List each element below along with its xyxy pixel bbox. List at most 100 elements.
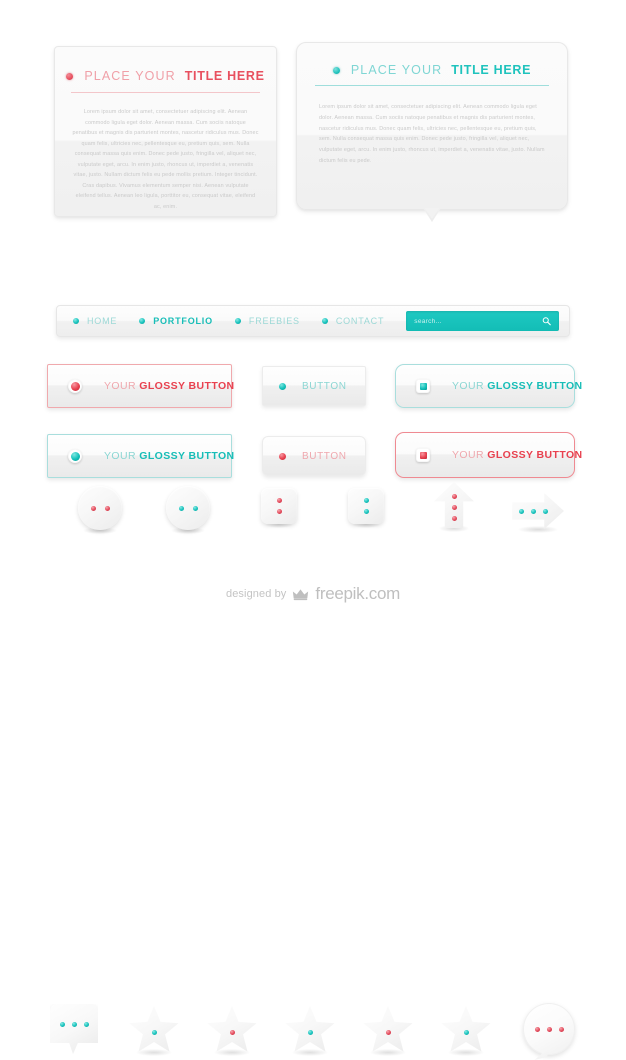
indicator-square-icon: [416, 379, 430, 393]
panels-section: PLACE YOUR TITLE HERE Lorem ipsum dolor …: [0, 0, 626, 235]
button-label-bold: GLOSSY BUTTON: [139, 380, 235, 392]
star-2[interactable]: [207, 1006, 257, 1056]
btn-glossy-teal-square[interactable]: YOUR GLOSSY BUTTON: [47, 434, 234, 478]
panel-red-header: PLACE YOUR TITLE HERE: [55, 47, 276, 83]
panel-red-title-light: PLACE YOUR: [84, 69, 176, 83]
panel-teal-title-bold: TITLE HERE: [451, 63, 532, 77]
star-5[interactable]: [441, 1006, 491, 1056]
navigation-bar: HOME PORTFOLIO FREEBIES CONTACT: [56, 305, 570, 337]
star-3[interactable]: [285, 1006, 335, 1056]
panel-teal-title-light: PLACE YOUR: [350, 63, 443, 77]
dot-icon: [90, 505, 96, 511]
dot-icon: [451, 515, 457, 521]
drop-shadow: [214, 1049, 250, 1056]
dot-icon: [385, 1029, 391, 1035]
nav-item-home[interactable]: HOME: [73, 316, 117, 326]
dot-icon: [151, 1029, 157, 1035]
panel-red-body-text: Lorem ipsum dolor sit amet, consectetuer…: [72, 109, 259, 210]
button-label-light: YOUR: [104, 450, 136, 462]
drop-shadow: [136, 1049, 172, 1056]
panel-teal-header: PLACE YOUR TITLE HERE: [297, 43, 567, 77]
dot-group: [151, 1029, 157, 1035]
dot-icon: [558, 1026, 564, 1032]
star-1[interactable]: [129, 1006, 179, 1056]
button-label-light: YOUR: [452, 380, 484, 392]
drop-shadow: [448, 1049, 484, 1056]
button-label-bold: GLOSSY BUTTON: [487, 380, 583, 392]
magnifier-icon[interactable]: [542, 317, 551, 326]
dot-group: [463, 1029, 469, 1035]
button-label: BUTTON: [302, 380, 347, 392]
speech-bubble-tail-icon: [423, 208, 441, 222]
dot-icon: [104, 505, 110, 511]
dot-group: [229, 1029, 235, 1035]
bullet-dot-icon: [73, 318, 79, 324]
dot-group: [307, 1029, 313, 1035]
dot-group: [518, 508, 548, 514]
dot-icon: [71, 1022, 77, 1027]
btn-plain-teal-square[interactable]: BUTTON: [262, 366, 366, 406]
dot-group: [451, 493, 457, 521]
square-speech-bubble[interactable]: [50, 1004, 98, 1054]
nav-label: CONTACT: [335, 316, 385, 326]
indicator-dot-icon: [279, 382, 286, 390]
button-label-light: YOUR: [104, 380, 136, 392]
drop-shadow: [370, 1049, 406, 1056]
search-input[interactable]: [414, 317, 551, 325]
dot-icon: [276, 498, 282, 503]
btn-glossy-red-rounded[interactable]: YOUR GLOSSY BUTTON: [395, 432, 582, 478]
dot-icon: [178, 505, 184, 511]
dot-icon: [59, 1022, 65, 1027]
shapes-section: [0, 238, 626, 534]
nav-item-contact[interactable]: CONTACT: [321, 316, 385, 326]
indicator-dot-icon: [68, 449, 82, 463]
round-speech-bubble[interactable]: [523, 1003, 575, 1060]
dot-icon: [546, 1026, 552, 1032]
bullet-dot-icon: [139, 318, 146, 324]
btn-glossy-teal-rounded[interactable]: YOUR GLOSSY BUTTON: [395, 364, 582, 408]
panel-teal-body-text: Lorem ipsum dolor sit amet, consectetuer…: [319, 104, 545, 165]
button-label-bold: GLOSSY BUTTON: [487, 449, 583, 461]
button-label: YOUR GLOSSY BUTTON: [452, 380, 583, 392]
content-panel-red: PLACE YOUR TITLE HERE Lorem ipsum dolor …: [54, 46, 277, 217]
indicator-dot-icon: [279, 452, 286, 460]
speech-bubble-square-icon: [50, 1004, 98, 1054]
dot-group: [534, 1026, 564, 1032]
search-box[interactable]: [406, 311, 559, 331]
indicator-square-icon: [416, 448, 430, 462]
nav-label: PORTFOLIO: [153, 316, 213, 326]
bullet-dot-icon: [66, 72, 74, 80]
dot-icon: [363, 498, 369, 503]
dot-icon: [518, 508, 524, 514]
bullet-dot-icon: [321, 318, 328, 324]
btn-plain-red-rounded[interactable]: BUTTON: [262, 436, 366, 476]
button-label: BUTTON: [302, 450, 347, 462]
dot-icon: [229, 1029, 235, 1035]
dot-group: [363, 498, 369, 514]
dot-icon: [451, 493, 457, 499]
btn-glossy-red-square[interactable]: YOUR GLOSSY BUTTON: [47, 364, 235, 408]
bullet-dot-icon: [234, 318, 241, 324]
crown-icon: [292, 588, 309, 601]
nav-label: FREEBIES: [248, 316, 300, 326]
star-4[interactable]: [363, 1006, 413, 1056]
dot-icon: [363, 509, 369, 514]
dot-icon: [530, 508, 536, 514]
dot-icon: [463, 1029, 469, 1035]
dot-icon: [276, 509, 282, 514]
nav-label: HOME: [87, 316, 118, 326]
nav-item-freebies[interactable]: FREEBIES: [234, 316, 300, 326]
nav-item-portfolio[interactable]: PORTFOLIO: [139, 316, 213, 326]
button-label: YOUR GLOSSY BUTTON: [452, 449, 583, 461]
drop-shadow: [292, 1049, 328, 1056]
button-label-light: YOUR: [452, 449, 484, 461]
dot-icon: [307, 1029, 313, 1035]
dot-icon: [534, 1026, 540, 1032]
dot-icon: [83, 1022, 89, 1027]
dot-group: [90, 505, 110, 511]
dot-icon: [192, 505, 198, 511]
footer: designed by freepik.com: [0, 584, 626, 604]
footer-designed-by: designed by: [225, 588, 287, 600]
button-label: YOUR GLOSSY BUTTON: [104, 380, 235, 392]
dot-group: [385, 1029, 391, 1035]
